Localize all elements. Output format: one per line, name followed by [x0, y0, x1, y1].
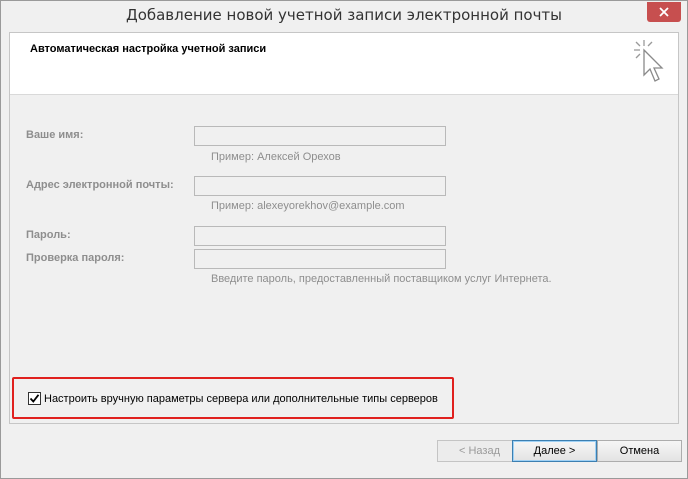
- manual-setup-option[interactable]: Настроить вручную параметры сервера или …: [28, 392, 438, 405]
- password-input[interactable]: [194, 226, 446, 246]
- dialog-window: Добавление новой учетной записи электрон…: [0, 0, 688, 479]
- password-label: Пароль:: [26, 229, 71, 241]
- email-input[interactable]: [194, 176, 446, 196]
- wizard-header: Автоматическая настройка учетной записи: [10, 33, 678, 95]
- back-button[interactable]: < Назад: [437, 440, 522, 462]
- manual-setup-checkbox[interactable]: [28, 392, 41, 405]
- password-hint: Введите пароль, предоставленный поставщи…: [211, 273, 552, 285]
- close-icon: [659, 7, 669, 17]
- password-confirm-input[interactable]: [194, 249, 446, 269]
- title-bar[interactable]: Добавление новой учетной записи электрон…: [1, 1, 687, 32]
- next-button[interactable]: Далее >: [512, 440, 597, 462]
- page-title: Автоматическая настройка учетной записи: [30, 43, 267, 55]
- window-title: Добавление новой учетной записи электрон…: [125, 6, 563, 24]
- close-button[interactable]: [647, 2, 681, 22]
- checkmark-icon: [29, 394, 40, 403]
- email-hint: Пример: alexeyorekhov@example.com: [211, 200, 405, 212]
- name-label: Ваше имя:: [26, 129, 84, 141]
- cancel-button[interactable]: Отмена: [597, 440, 682, 462]
- name-input[interactable]: [194, 126, 446, 146]
- password-confirm-label: Проверка пароля:: [26, 252, 125, 264]
- manual-setup-label[interactable]: Настроить вручную параметры сервера или …: [44, 393, 438, 405]
- email-label: Адрес электронной почты:: [26, 179, 174, 191]
- wizard-cursor-icon: [634, 40, 664, 82]
- wizard-content: Автоматическая настройка учетной записи …: [9, 32, 679, 424]
- name-hint: Пример: Алексей Орехов: [211, 151, 341, 163]
